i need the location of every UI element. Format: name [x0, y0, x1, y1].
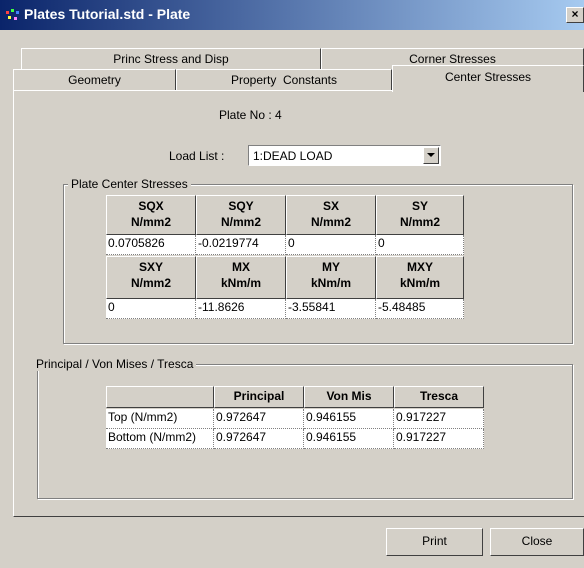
window-title: Plates Tutorial.std - Plate	[24, 6, 191, 22]
header-name: SX	[322, 199, 339, 213]
column-header: Von Mis	[304, 386, 394, 408]
principal-value-cell: 0.972647	[214, 409, 304, 429]
header-name: MX	[232, 260, 250, 274]
header-name: MY	[322, 260, 340, 274]
close-window-button[interactable]: ×	[566, 7, 584, 23]
header-name: SQY	[228, 199, 254, 213]
stress-value-cell: -3.55841	[286, 299, 376, 319]
stress-value-cell: -11.8626	[196, 299, 286, 319]
row-label-cell: Bottom (N/mm2)	[106, 429, 214, 449]
header-unit: kNm/m	[220, 276, 261, 290]
column-header: MX kNm/m	[196, 256, 286, 299]
stress-value-cell: 0.0705826	[106, 235, 196, 255]
header-name: SXY	[138, 260, 163, 274]
load-list-dropdown[interactable]: 1:DEAD LOAD	[248, 145, 441, 166]
column-header: SY N/mm2	[376, 195, 464, 235]
stress-value-cell: -5.48485	[376, 299, 464, 319]
corner-header	[106, 386, 214, 408]
tab-center-stresses[interactable]: Center Stresses	[392, 65, 584, 92]
header-name: MXY	[406, 260, 433, 274]
column-header: SX N/mm2	[286, 195, 376, 235]
load-list-value: 1:DEAD LOAD	[253, 149, 333, 163]
plate-center-stresses-title: Plate Center Stresses	[68, 177, 191, 191]
title-bar: Plates Tutorial.std - Plate ×	[0, 0, 584, 30]
chevron-down-icon	[427, 153, 435, 157]
header-unit: N/mm2	[310, 215, 351, 229]
principal-value-cell: 0.946155	[304, 409, 394, 429]
plate-dialog: Plates Tutorial.std - Plate × Princ Stre…	[0, 0, 584, 568]
print-button[interactable]: Print	[386, 528, 483, 556]
stress-value-cell: 0	[286, 235, 376, 255]
header-name: SY	[411, 199, 428, 213]
principal-value-cell: 0.917227	[394, 409, 484, 429]
column-header: Principal	[214, 386, 304, 408]
load-list-label: Load List :	[169, 149, 225, 163]
principal-title: Principal / Von Mises / Tresca	[33, 357, 197, 371]
header-unit: N/mm2	[130, 276, 171, 290]
header-unit: N/mm2	[130, 215, 171, 229]
column-header: SQY N/mm2	[196, 195, 286, 235]
close-button[interactable]: Close	[490, 528, 584, 556]
header-unit: N/mm2	[220, 215, 261, 229]
stress-value-cell: 0	[376, 235, 464, 255]
principal-value-cell: 0.972647	[214, 429, 304, 449]
column-header: MXY kNm/m	[376, 256, 464, 299]
row-label-cell: Top (N/mm2)	[106, 409, 214, 429]
tab-princ-stress-disp[interactable]: Princ Stress and Disp	[21, 48, 321, 70]
header-name: SQX	[138, 199, 164, 213]
tab-property-constants[interactable]: Property Constants	[176, 69, 392, 91]
close-icon: ×	[571, 7, 579, 21]
app-icon	[6, 9, 19, 20]
principal-value-cell: 0.946155	[304, 429, 394, 449]
stress-value-cell: -0.0219774	[196, 235, 286, 255]
column-header: MY kNm/m	[286, 256, 376, 299]
dropdown-arrow-button[interactable]	[423, 147, 439, 164]
plate-number: Plate No : 4	[219, 108, 282, 122]
header-unit: kNm/m	[399, 276, 440, 290]
header-unit: kNm/m	[310, 276, 351, 290]
principal-value-cell: 0.917227	[394, 429, 484, 449]
column-header: SQX N/mm2	[106, 195, 196, 235]
column-header: Tresca	[394, 386, 484, 408]
header-unit: N/mm2	[399, 215, 440, 229]
stress-value-cell: 0	[106, 299, 196, 319]
column-header: SXY N/mm2	[106, 256, 196, 299]
tab-geometry[interactable]: Geometry	[13, 69, 176, 91]
